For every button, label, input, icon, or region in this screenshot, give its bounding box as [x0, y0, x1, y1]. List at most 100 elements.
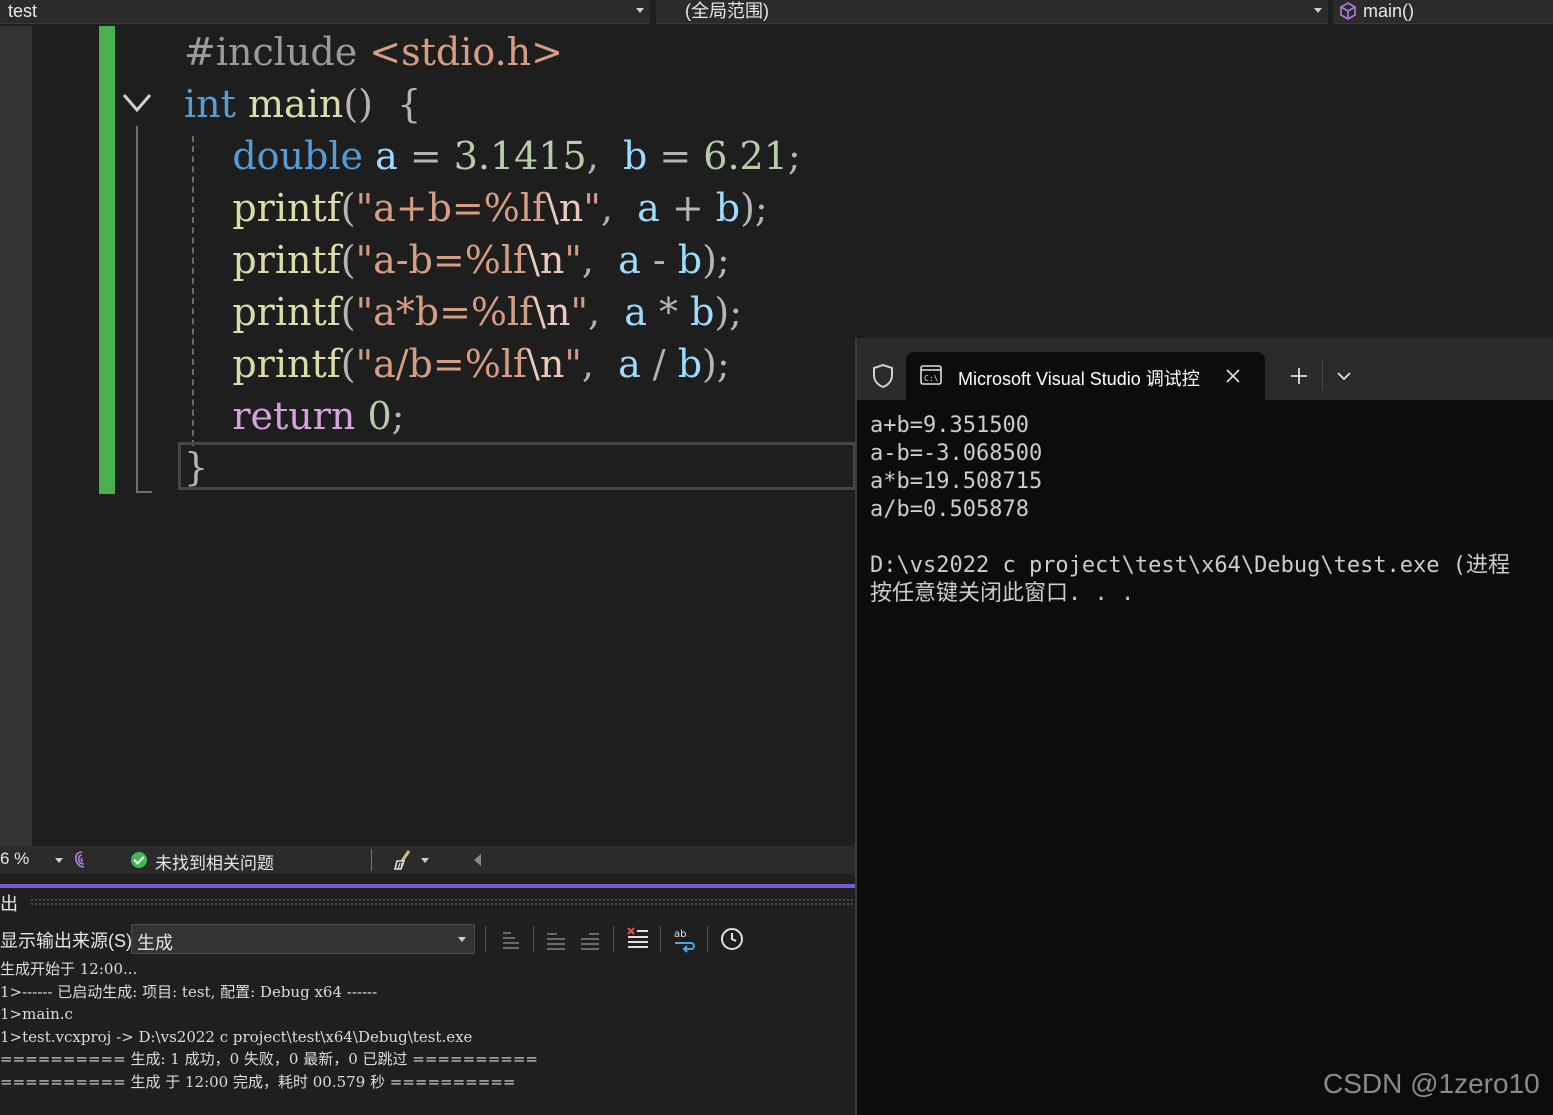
code-token: a [618, 342, 641, 386]
code-token: " [570, 290, 588, 334]
output-line: 1>main.c [0, 1005, 73, 1023]
code-token: ); [740, 186, 768, 230]
output-line: 生成开始于 12:00... [0, 960, 138, 978]
scope-name: (全局范围) [685, 1, 769, 21]
close-icon[interactable] [1225, 368, 1241, 384]
code-token: b [677, 342, 703, 386]
code-token: , [581, 342, 619, 386]
code-token: , [581, 238, 619, 282]
clear-all-icon[interactable] [624, 925, 652, 953]
code-cleanup-icon[interactable] [393, 849, 415, 871]
panel-drag-grip[interactable] [30, 898, 854, 906]
console-tab-bar: C:\ Microsoft Visual Studio 调试控 [857, 338, 1553, 400]
output-source-value: 生成 [137, 933, 173, 953]
output-panel-title[interactable]: 出 [0, 890, 18, 916]
console-line: a+b=9.351500 [870, 413, 1029, 438]
code-token: = [397, 134, 454, 178]
current-line-highlight [178, 442, 856, 490]
console-line: a/b=0.505878 [870, 497, 1029, 522]
navigation-bar: test (全局范围) main() [0, 0, 1553, 26]
code-token: ; [391, 394, 405, 438]
project-name: test [8, 1, 38, 21]
debug-console-window[interactable]: C:\ Microsoft Visual Studio 调试控 a+b=9.35… [855, 338, 1553, 1115]
scope-dropdown[interactable]: (全局范围) [656, 0, 1328, 24]
chevron-down-icon[interactable] [55, 858, 63, 863]
code-line[interactable]: double a = 3.1415, b = 6.21; [184, 131, 801, 181]
code-line[interactable]: #include <stdio.h> [184, 27, 563, 77]
go-to-location-icon[interactable] [497, 925, 525, 953]
code-token: "a-b=%lf [355, 238, 528, 282]
zoom-level[interactable]: 6 % [0, 849, 29, 869]
console-tab-title: Microsoft Visual Studio 调试控 [958, 369, 1200, 389]
console-tab[interactable]: C:\ Microsoft Visual Studio 调试控 [906, 352, 1265, 400]
chevron-down-icon[interactable] [421, 858, 429, 863]
code-line[interactable]: printf("a+b=%lf\n", a + b); [184, 183, 768, 233]
member-name: main() [1363, 1, 1415, 21]
code-token: main [248, 82, 344, 126]
code-line[interactable]: printf("a-b=%lf\n", a - b); [184, 235, 729, 285]
code-token: ( [340, 238, 356, 282]
output-panel: 出 显示输出来源(S): 生成 ab 生成开始于 12:00... 1>-----… [0, 874, 856, 1115]
code-token: , [600, 186, 638, 230]
code-token: printf [232, 290, 341, 334]
code-token: } [184, 445, 209, 489]
code-token: * [646, 290, 691, 334]
word-wrap-icon[interactable]: ab [671, 925, 699, 953]
code-line[interactable]: int main() { [184, 79, 421, 129]
code-token: ; [787, 134, 801, 178]
output-line: 1>test.vcxproj -> D:\vs2022 c project\te… [0, 1027, 473, 1046]
console-line: a*b=19.508715 [870, 469, 1043, 494]
code-token: "a+b=%lf [355, 186, 547, 230]
code-line[interactable]: return 0; [184, 391, 404, 441]
member-dropdown[interactable]: main() [1333, 0, 1553, 24]
code-token: + [659, 186, 716, 230]
console-line: a-b=-3.068500 [870, 441, 1043, 466]
shield-icon[interactable] [871, 363, 895, 389]
chevron-down-icon [1314, 8, 1322, 13]
divider [660, 926, 661, 952]
panel-accent-line [0, 884, 856, 888]
new-tab-plus-icon[interactable] [1289, 366, 1309, 386]
code-token: int [184, 82, 236, 126]
code-token: a [637, 186, 660, 230]
output-line: 1>------ 已启动生成: 项目: test, 配置: Debug x64 … [0, 982, 378, 1001]
intellicode-icon[interactable] [72, 850, 92, 870]
code-token: double [232, 134, 363, 178]
code-token: b [690, 290, 715, 334]
collapse-chevron-icon[interactable] [122, 92, 154, 116]
code-token: ( [340, 186, 356, 230]
code-token: a [618, 238, 641, 282]
output-log[interactable]: 生成开始于 12:00... 1>------ 已启动生成: 项目: test, … [0, 958, 856, 1093]
code-line[interactable]: printf("a*b=%lf\n", a * b); [184, 287, 742, 337]
previous-message-icon[interactable] [543, 925, 571, 953]
code-line[interactable]: } [184, 442, 208, 492]
code-line[interactable]: printf("a/b=%lf\n", a / b); [184, 339, 729, 389]
code-token: a [375, 134, 398, 178]
chevron-down-icon [636, 8, 644, 13]
watermark: CSDN @1zero10 [1323, 1068, 1540, 1099]
issues-status[interactable]: 未找到相关问题 [155, 849, 274, 874]
output-source-select[interactable]: 生成 [131, 924, 475, 954]
code-token: ); [714, 290, 743, 334]
code-token: 0 [367, 394, 392, 438]
project-dropdown[interactable]: test [0, 0, 650, 24]
code-token: ( [340, 290, 356, 334]
next-message-icon[interactable] [577, 925, 605, 953]
svg-text:ab: ab [674, 929, 686, 940]
glyph-margin [0, 26, 32, 846]
code-token: \n [527, 238, 565, 282]
console-line: 按任意键关闭此窗口. . . [870, 581, 1135, 606]
scroll-left-arrow-icon[interactable] [474, 854, 481, 866]
console-output[interactable]: a+b=9.351500 a-b=-3.068500 a*b=19.508715 a/… [870, 412, 1510, 608]
code-token: printf [232, 238, 341, 282]
clock-icon[interactable] [718, 925, 746, 953]
chevron-down-icon[interactable] [1336, 370, 1352, 382]
code-editor[interactable]: #include <stdio.h> int main() { double a … [0, 26, 856, 846]
divider [707, 926, 708, 952]
